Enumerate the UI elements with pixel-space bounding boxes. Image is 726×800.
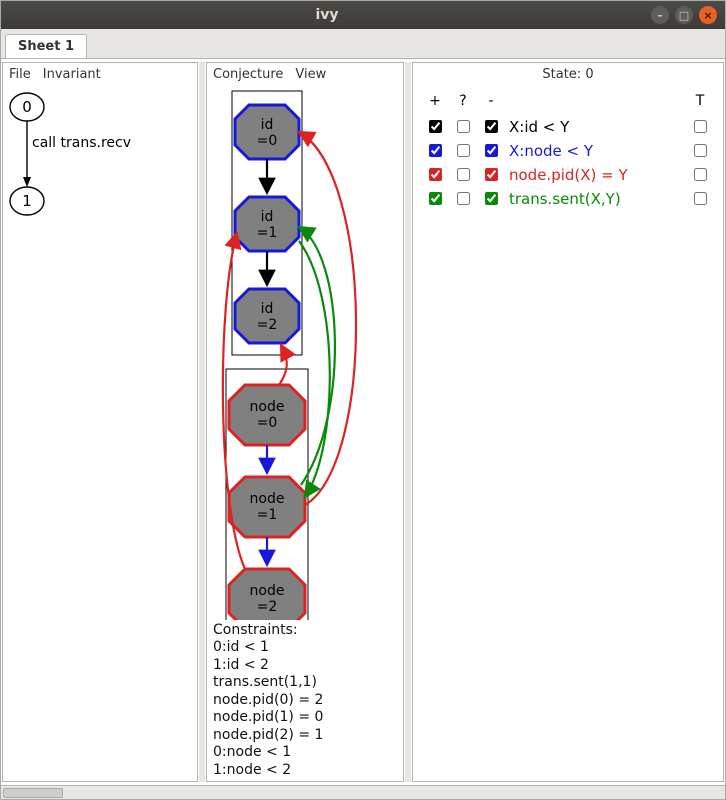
relation-row-2: node.pid(X) = Y [421,163,715,187]
state-1-label: 1 [22,192,32,210]
cb-plus-1[interactable] [429,144,442,157]
relation-label-3: trans.sent(X,Y) [505,190,685,208]
cb-minus-0[interactable] [485,120,498,133]
svg-text:=2: =2 [257,317,278,333]
cb-q-1[interactable] [457,144,470,157]
cb-plus-3[interactable] [429,192,442,205]
arrowhead-icon [23,177,31,187]
cb-minus-1[interactable] [485,144,498,157]
svg-text:node: node [250,491,285,507]
svg-text:=1: =1 [257,225,278,241]
scrollbar-thumb[interactable] [3,788,63,798]
svg-text:=2: =2 [257,599,278,615]
cb-plus-0[interactable] [429,120,442,133]
maximize-icon[interactable]: □ [675,6,693,24]
menu-invariant[interactable]: Invariant [43,67,101,82]
cb-T-1[interactable] [694,144,707,157]
cb-q-2[interactable] [457,168,470,181]
minimize-icon[interactable]: – [651,6,669,24]
constraint-6: 0:node < 1 [213,744,397,762]
mid-content: id =0 id =1 id =2 node =0 [207,85,403,781]
id-1-node[interactable]: id =1 [235,197,299,251]
cb-plus-2[interactable] [429,168,442,181]
cb-q-0[interactable] [457,120,470,133]
node-1-node[interactable]: node =1 [229,477,305,537]
tab-strip: Sheet 1 [1,29,725,59]
svg-text:node: node [250,583,285,599]
menu-view[interactable]: View [295,67,326,82]
relation-row-1: X:node < Y [421,139,715,163]
cb-T-2[interactable] [694,168,707,181]
svg-text:=1: =1 [257,507,278,523]
constraints-block: Constraints: 0:id < 1 1:id < 2 trans.sen… [209,620,401,782]
middle-menubar: Conjecture View [207,63,403,85]
window-title: ivy [9,7,645,23]
left-graph: 0 call trans.recv 1 [3,85,197,277]
constraint-3: node.pid(0) = 2 [213,692,397,710]
splitter-1[interactable] [199,62,205,782]
model-graph: id =0 id =1 id =2 node =0 [209,85,404,620]
svg-text:id: id [261,209,274,225]
relation-row-0: X:id < Y [421,115,715,139]
svg-text:id: id [261,301,274,317]
id-0-node[interactable]: id =0 [235,105,299,159]
svg-text:id: id [261,117,274,133]
tab-sheet1[interactable]: Sheet 1 [5,34,87,58]
menu-file[interactable]: File [9,67,31,82]
relation-label-2: node.pid(X) = Y [505,166,685,184]
cb-minus-2[interactable] [485,168,498,181]
left-menubar: File Invariant [3,63,197,85]
cb-q-3[interactable] [457,192,470,205]
constraint-0: 0:id < 1 [213,639,397,657]
edge-node0-id2 [279,345,287,385]
workarea: File Invariant 0 call trans.recv 1 Conje… [1,59,725,785]
panel-right: State: 0 + ? - T X:id < Y X:node < Y node.… [412,62,724,782]
constraint-2: trans.sent(1,1) [213,674,397,692]
relation-row-3: trans.sent(X,Y) [421,187,715,211]
constraint-5: node.pid(2) = 1 [213,727,397,745]
state-label: State: 0 [542,67,593,82]
constraint-1: 1:id < 2 [213,657,397,675]
head-plus: + [421,93,449,109]
cb-T-0[interactable] [694,120,707,133]
relation-label-0: X:id < Y [505,118,685,136]
svg-text:node: node [250,399,285,415]
col-headers: + ? - T [421,91,715,115]
head-T: T [685,93,715,109]
state-0-label: 0 [22,98,32,116]
svg-text:=0: =0 [257,133,278,149]
node-2-node[interactable]: node =2 [229,569,305,620]
panel-middle: Conjecture View [206,62,404,782]
svg-text:=0: =0 [257,415,278,431]
edge-0-1-label: call trans.recv [32,135,131,151]
constraint-7: 1:node < 2 [213,762,397,780]
horizontal-scrollbar[interactable] [1,785,725,799]
close-icon[interactable]: × [699,6,717,24]
head-q: ? [449,93,477,109]
constraint-4: node.pid(1) = 0 [213,709,397,727]
relations-box: + ? - T X:id < Y X:node < Y node.pid(X) = … [413,85,723,217]
relation-label-1: X:node < Y [505,142,685,160]
node-0-node[interactable]: node =0 [229,385,305,445]
head-minus: - [477,93,505,109]
right-menubar: State: 0 [413,63,723,85]
menu-conjecture[interactable]: Conjecture [213,67,283,82]
cb-T-3[interactable] [694,192,707,205]
cb-minus-3[interactable] [485,192,498,205]
id-2-node[interactable]: id =2 [235,289,299,343]
panel-left: File Invariant 0 call trans.recv 1 [2,62,198,782]
splitter-2[interactable] [405,62,411,782]
constraints-header: Constraints: [213,622,397,640]
window-titlebar: ivy – □ × [1,1,725,29]
